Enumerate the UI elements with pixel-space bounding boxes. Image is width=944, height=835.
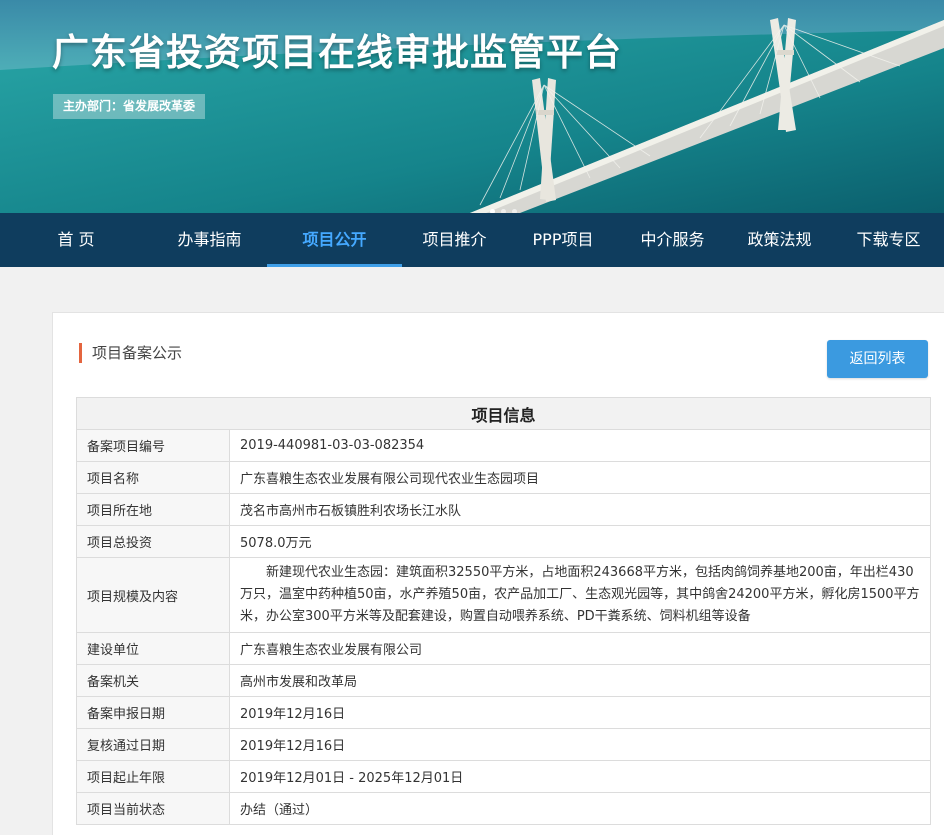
section-title: 项目备案公示	[79, 343, 182, 363]
row-label: 建设单位	[76, 632, 230, 665]
row-label: 项目起止年限	[76, 760, 230, 793]
row-label: 项目总投资	[76, 525, 230, 558]
nav-item-home[interactable]: 首 页	[0, 213, 152, 267]
table-row: 项目起止年限 2019年12月01日 - 2025年12月01日	[76, 760, 931, 793]
project-info-table: 项目信息 备案项目编号 2019-440981-03-03-082354 项目名…	[76, 397, 931, 825]
table-row: 项目总投资 5078.0万元	[76, 525, 931, 558]
table-row: 备案申报日期 2019年12月16日	[76, 696, 931, 729]
row-value: 2019年12月01日 - 2025年12月01日	[229, 760, 931, 793]
row-value: 2019年12月16日	[229, 728, 931, 761]
row-value: 茂名市高州市石板镇胜利农场长江水队	[229, 493, 931, 526]
row-label: 复核通过日期	[76, 728, 230, 761]
row-label: 项目规模及内容	[76, 557, 230, 633]
row-value: 广东喜粮生态农业发展有限公司现代农业生态园项目	[229, 461, 931, 494]
nav-item-guide[interactable]: 办事指南	[152, 213, 267, 267]
nav-item-agency-service[interactable]: 中介服务	[619, 213, 726, 267]
content-panel: 项目备案公示 返回列表 项目信息 备案项目编号 2019-440981-03-0…	[52, 312, 944, 835]
table-row: 项目名称 广东喜粮生态农业发展有限公司现代农业生态园项目	[76, 461, 931, 494]
nav-item-project-public[interactable]: 项目公开	[267, 213, 402, 267]
row-label: 备案项目编号	[76, 429, 230, 462]
nav-item-policy[interactable]: 政策法规	[726, 213, 833, 267]
row-value: 5078.0万元	[229, 525, 931, 558]
table-row: 项目当前状态 办结（通过）	[76, 792, 931, 825]
row-label: 备案申报日期	[76, 696, 230, 729]
row-label: 项目所在地	[76, 493, 230, 526]
nav-item-downloads[interactable]: 下载专区	[833, 213, 944, 267]
table-row: 复核通过日期 2019年12月16日	[76, 728, 931, 761]
row-value: 办结（通过）	[229, 792, 931, 825]
sponsor-label: 主办部门：省发展改革委	[53, 94, 206, 119]
main-nav: 首 页 办事指南 项目公开 项目推介 PPP项目 中介服务 政策法规 下载专区	[0, 213, 944, 267]
table-row: 项目所在地 茂名市高州市石板镇胜利农场长江水队	[76, 493, 931, 526]
table-row: 备案项目编号 2019-440981-03-03-082354	[76, 429, 931, 462]
nav-item-ppp[interactable]: PPP项目	[507, 213, 619, 267]
nav-item-project-promotion[interactable]: 项目推介	[402, 213, 507, 267]
row-label: 项目名称	[76, 461, 230, 494]
row-value: 2019-440981-03-03-082354	[229, 429, 931, 462]
row-value: 2019年12月16日	[229, 696, 931, 729]
table-row: 建设单位 广东喜粮生态农业发展有限公司	[76, 632, 931, 665]
row-value: 高州市发展和改革局	[229, 664, 931, 697]
row-value: 广东喜粮生态农业发展有限公司	[229, 632, 931, 665]
table-header-row: 项目信息	[76, 397, 931, 430]
table-header: 项目信息	[76, 397, 931, 430]
table-row: 项目规模及内容 新建现代农业生态园：建筑面积32550平方米，占地面积24366…	[76, 557, 931, 633]
back-to-list-button[interactable]: 返回列表	[827, 340, 928, 378]
site-title: 广东省投资项目在线审批监管平台	[52, 31, 622, 74]
row-label: 项目当前状态	[76, 792, 230, 825]
row-label: 备案机关	[76, 664, 230, 697]
header-banner: 广东省投资项目在线审批监管平台 主办部门：省发展改革委	[0, 0, 944, 213]
row-value: 新建现代农业生态园：建筑面积32550平方米，占地面积243668平方米，包括肉…	[229, 557, 931, 633]
table-row: 备案机关 高州市发展和改革局	[76, 664, 931, 697]
